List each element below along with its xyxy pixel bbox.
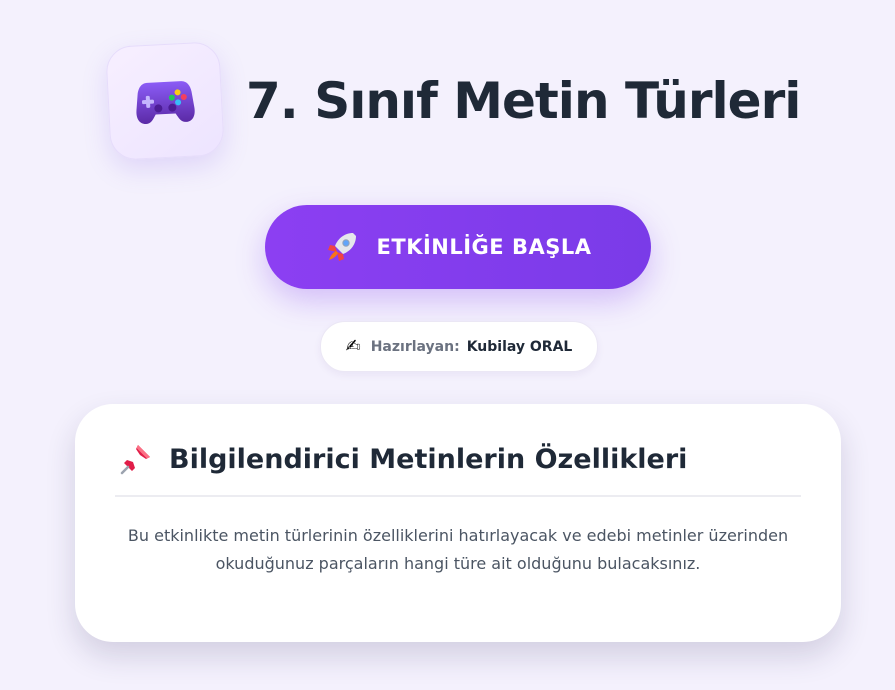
author-badge: ✍ Hazırlayan: Kubilay ORAL xyxy=(320,321,598,372)
game-controller-icon xyxy=(136,81,195,125)
info-card-title: Bilgilendirici Metinlerin Özellikleri xyxy=(169,443,688,475)
pushpin-icon xyxy=(120,445,150,475)
logo-badge xyxy=(105,41,225,161)
info-card-text-line-1: Bu etkinlikte metin türlerinin özellikle… xyxy=(127,526,789,545)
writing-hand-icon: ✍ xyxy=(345,336,361,357)
info-card-text: Bu etkinlikte metin türlerinin özellikle… xyxy=(115,522,801,578)
author-name: Kubilay ORAL xyxy=(466,338,573,355)
author-label: Hazırlayan: xyxy=(370,338,460,355)
info-card-header: Bilgilendirici Metinlerin Özellikleri xyxy=(119,442,687,476)
page-title: 7. Sınıf Metin Türleri xyxy=(246,72,801,130)
start-screen: 7. Sınıf Metin Türleri ETKİNLİĞE BAŞLA ✍… xyxy=(0,0,895,690)
start-activity-label: ETKİNLİĞE BAŞLA xyxy=(376,235,592,259)
info-card-text-line-2: okuduğunuz parçaların hangi türe ait old… xyxy=(215,554,701,573)
info-card-divider xyxy=(115,495,801,497)
start-activity-button[interactable]: ETKİNLİĞE BAŞLA xyxy=(265,205,651,289)
info-card: Bilgilendirici Metinlerin Özellikleri Bu… xyxy=(75,404,841,642)
rocket-icon xyxy=(327,233,356,261)
page-header: 7. Sınıf Metin Türleri xyxy=(105,41,801,161)
